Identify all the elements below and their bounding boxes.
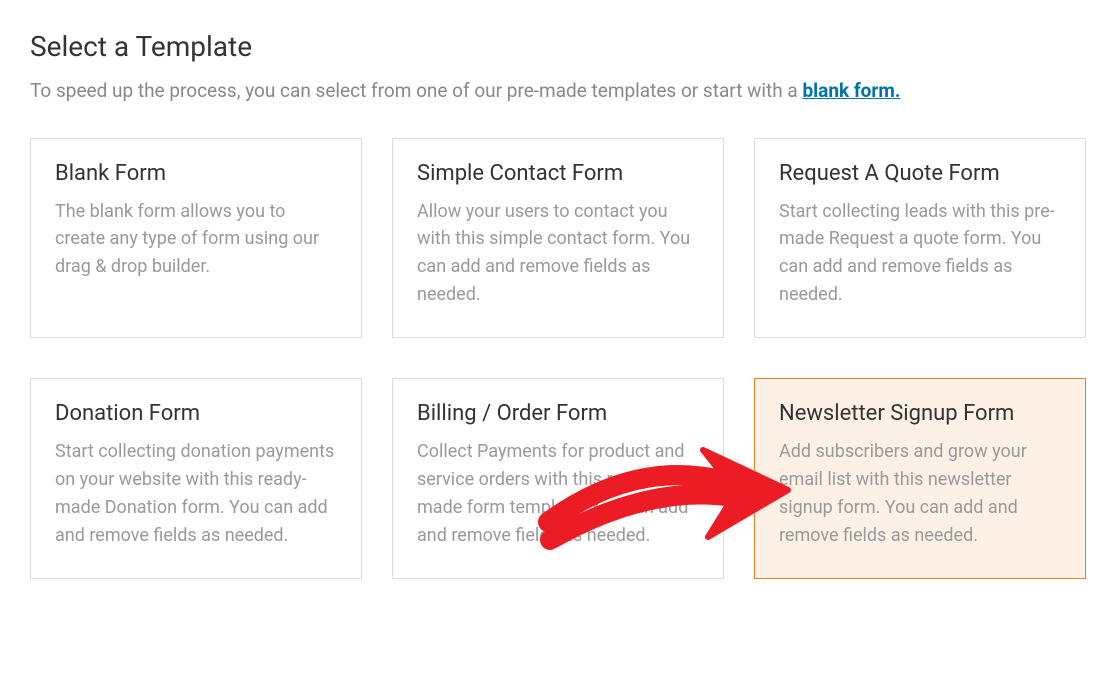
template-description: Collect Payments for product and service… xyxy=(417,438,699,550)
template-card-blank-form[interactable]: Blank Form The blank form allows you to … xyxy=(30,138,362,339)
template-title: Request A Quote Form xyxy=(779,161,1061,186)
template-description: Allow your users to contact you with thi… xyxy=(417,198,699,310)
template-card-newsletter-signup-form[interactable]: Newsletter Signup Form Add subscribers a… xyxy=(754,378,1086,579)
template-title: Blank Form xyxy=(55,161,337,186)
template-card-simple-contact-form[interactable]: Simple Contact Form Allow your users to … xyxy=(392,138,724,339)
template-title: Newsletter Signup Form xyxy=(779,401,1061,426)
template-description: Start collecting donation payments on yo… xyxy=(55,438,337,550)
template-card-request-quote-form[interactable]: Request A Quote Form Start collecting le… xyxy=(754,138,1086,339)
template-card-donation-form[interactable]: Donation Form Start collecting donation … xyxy=(30,378,362,579)
template-description: Start collecting leads with this pre-mad… xyxy=(779,198,1061,310)
page-subtitle: To speed up the process, you can select … xyxy=(30,77,1086,106)
template-title: Simple Contact Form xyxy=(417,161,699,186)
subtitle-text: To speed up the process, you can select … xyxy=(30,79,802,102)
template-title: Billing / Order Form xyxy=(417,401,699,426)
templates-grid: Blank Form The blank form allows you to … xyxy=(30,138,1086,579)
blank-form-link[interactable]: blank form. xyxy=(802,79,900,102)
page-title: Select a Template xyxy=(30,30,1086,63)
template-title: Donation Form xyxy=(55,401,337,426)
template-description: The blank form allows you to create any … xyxy=(55,198,337,282)
template-card-billing-order-form[interactable]: Billing / Order Form Collect Payments fo… xyxy=(392,378,724,579)
template-description: Add subscribers and grow your email list… xyxy=(779,438,1061,550)
